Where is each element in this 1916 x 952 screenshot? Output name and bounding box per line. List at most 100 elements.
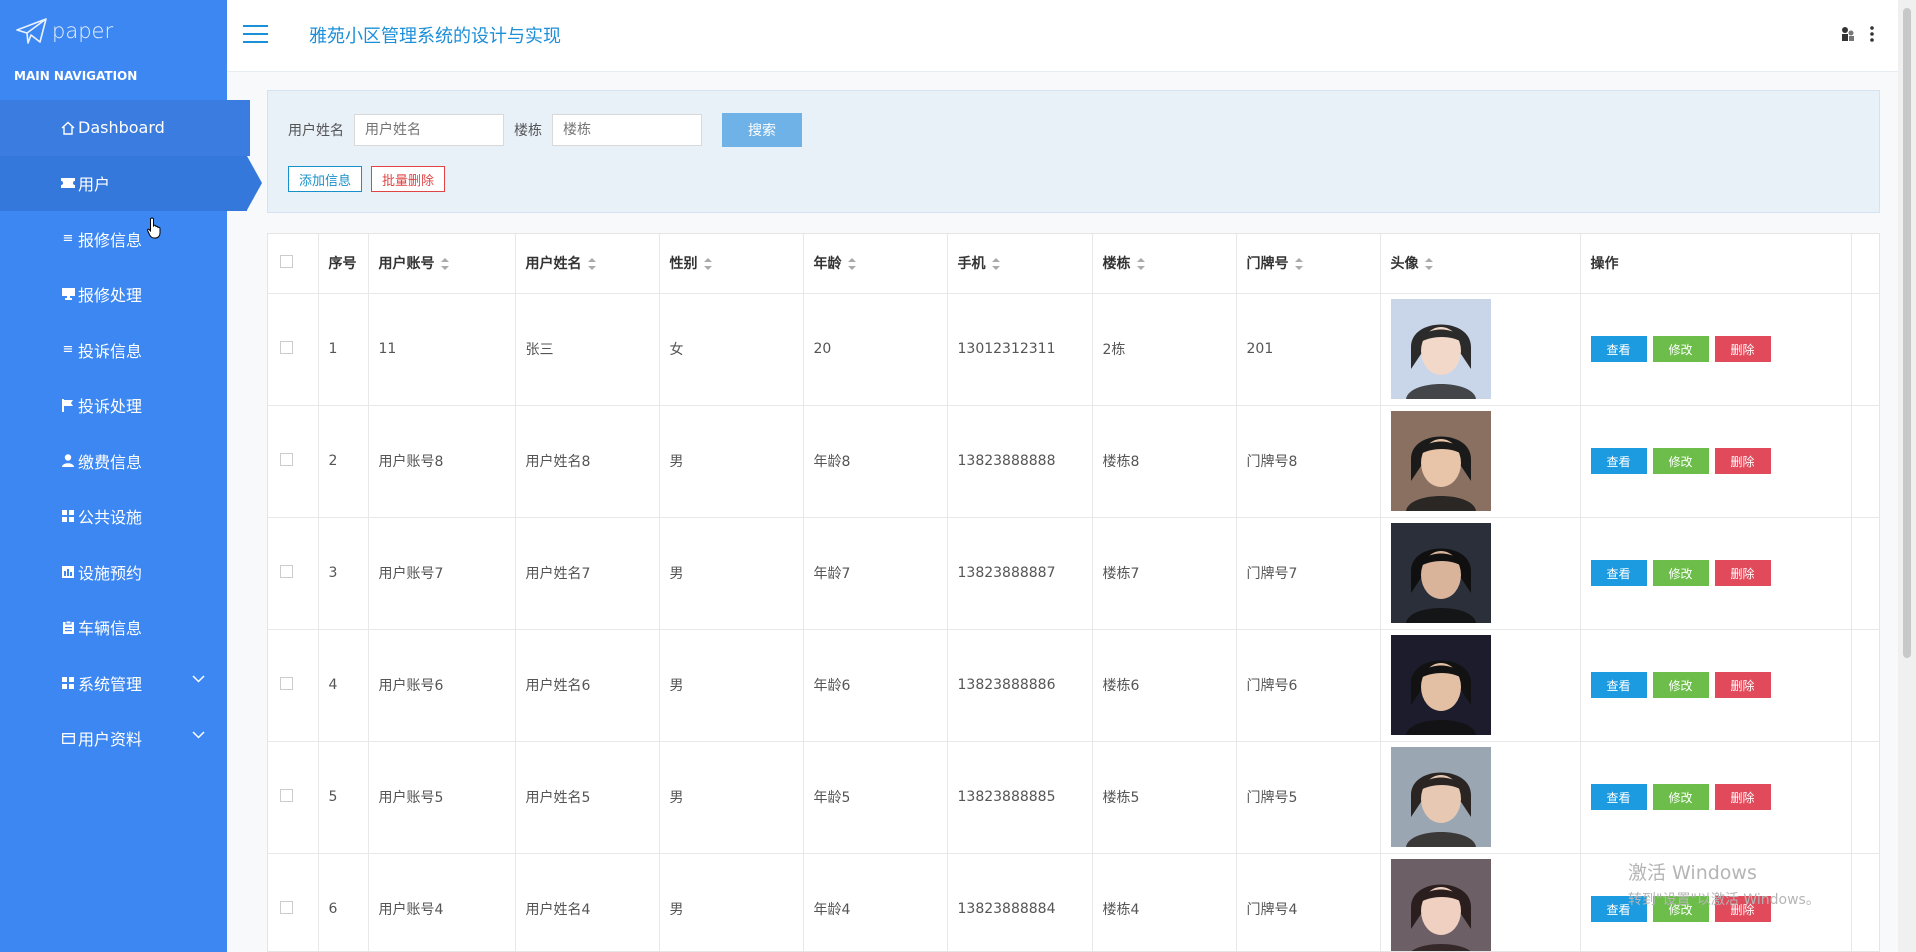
sidebar-item-complaint-info[interactable]: ≡ 投诉信息: [0, 322, 227, 378]
watermark-subtitle: 转到"设置"以激活 Windows。: [1628, 892, 1820, 908]
sort-icon[interactable]: [1294, 258, 1303, 271]
sort-icon[interactable]: [703, 258, 712, 271]
row-index: 5: [318, 741, 369, 854]
column-header-name[interactable]: 用户姓名: [515, 234, 660, 294]
row-building: 楼栋8: [1092, 405, 1237, 518]
row-door-number: 门牌号7: [1236, 517, 1381, 630]
action-row: 添加信息 批量删除: [288, 166, 446, 192]
scrollbar-thumb[interactable]: [1903, 8, 1911, 658]
column-header-account[interactable]: 用户账号: [368, 234, 516, 294]
windows-activation-watermark: 激活 Windows 转到"设置"以激活 Windows。: [1628, 858, 1820, 909]
sort-icon[interactable]: [847, 258, 856, 271]
sort-icon[interactable]: [440, 258, 449, 271]
edit-button[interactable]: 修改: [1652, 672, 1709, 698]
column-header-avatar[interactable]: 头像: [1380, 234, 1581, 294]
row-checkbox[interactable]: [280, 788, 293, 802]
avatar[interactable]: [1390, 411, 1491, 511]
row-checkbox[interactable]: [280, 340, 293, 354]
sort-icon[interactable]: [1424, 258, 1433, 271]
sidebar-item-label: 投诉信息: [78, 341, 143, 361]
row-phone: 13823888887: [947, 517, 1093, 630]
clipboard-icon: [60, 619, 76, 635]
row-gender: 男: [659, 853, 804, 951]
row-door-number: 201: [1236, 293, 1381, 406]
page-scrollbar[interactable]: [1898, 0, 1916, 952]
logo[interactable]: paper: [0, 0, 227, 62]
sidebar-item-vehicle-info[interactable]: 车辆信息: [0, 600, 227, 656]
edit-button[interactable]: 修改: [1652, 336, 1709, 362]
watermark-title: 激活 Windows: [1628, 862, 1757, 884]
sidebar-item-repair-handling[interactable]: 报修处理: [0, 267, 227, 323]
delete-button[interactable]: 删除: [1714, 672, 1771, 698]
row-checkbox[interactable]: [280, 452, 293, 466]
sidebar-item-system-management[interactable]: 系统管理: [0, 655, 227, 711]
chevron-down-icon: [192, 675, 205, 683]
row-select-cell: [268, 629, 319, 742]
name-search-input[interactable]: [354, 114, 504, 146]
row-avatar-cell: [1380, 629, 1581, 742]
row-checkbox[interactable]: [280, 676, 293, 690]
search-button[interactable]: 搜索: [722, 113, 802, 147]
sidebar-item-facility-booking[interactable]: 设施预约: [0, 544, 227, 600]
delete-button[interactable]: 删除: [1714, 560, 1771, 586]
row-account: 用户账号5: [368, 741, 516, 854]
view-button[interactable]: 查看: [1590, 448, 1647, 474]
avatar[interactable]: [1390, 635, 1491, 735]
edit-button[interactable]: 修改: [1652, 784, 1709, 810]
delete-button[interactable]: 删除: [1714, 336, 1771, 362]
view-button[interactable]: 查看: [1590, 672, 1647, 698]
sidebar-item-label: 用户资料: [78, 730, 143, 750]
row-name: 用户姓名7: [515, 517, 660, 630]
sidebar-item-user-profile[interactable]: 用户资料: [0, 711, 227, 767]
batch-delete-button[interactable]: 批量删除: [371, 166, 446, 192]
user-switch-icon[interactable]: [1840, 26, 1856, 42]
row-index: 4: [318, 629, 369, 742]
sort-icon[interactable]: [587, 258, 596, 271]
row-age: 年龄4: [803, 853, 948, 951]
delete-button[interactable]: 删除: [1714, 448, 1771, 474]
row-index: 1: [318, 293, 369, 406]
view-button[interactable]: 查看: [1590, 784, 1647, 810]
building-search-input[interactable]: [552, 114, 702, 146]
sort-icon[interactable]: [991, 258, 1000, 271]
menu-toggle-icon[interactable]: [243, 25, 268, 45]
view-button[interactable]: 查看: [1590, 560, 1647, 586]
select-all-checkbox[interactable]: [280, 254, 293, 268]
sidebar-item-public-facilities[interactable]: 公共设施: [0, 489, 227, 545]
row-phone: 13823888885: [947, 741, 1093, 854]
sidebar-item-label: 公共设施: [78, 508, 143, 528]
sidebar-item-payment-info[interactable]: 缴费信息: [0, 433, 227, 489]
sidebar-item-users[interactable]: 用户: [0, 155, 262, 211]
edit-button[interactable]: 修改: [1652, 448, 1709, 474]
avatar[interactable]: [1390, 299, 1491, 399]
row-name: 用户姓名8: [515, 405, 660, 518]
sidebar-item-complaint-handling[interactable]: 投诉处理: [0, 378, 227, 434]
avatar[interactable]: [1390, 859, 1491, 952]
column-header-age[interactable]: 年龄: [803, 234, 948, 294]
table-body: 1 11 张三女 20 13012312311 2栋 201 查看 修改 删除 2 用户账号8…: [268, 293, 1879, 952]
row-avatar-cell: [1380, 741, 1581, 854]
delete-button[interactable]: 删除: [1714, 784, 1771, 810]
column-header-gender[interactable]: 性别: [659, 234, 804, 294]
sidebar-item-repair-info[interactable]: ≡ 报修信息: [0, 211, 227, 267]
row-select-cell: [268, 517, 319, 630]
row-checkbox[interactable]: [280, 900, 293, 914]
row-phone: 13823888884: [947, 853, 1093, 951]
avatar[interactable]: [1390, 747, 1491, 847]
more-options-icon[interactable]: [1870, 26, 1874, 42]
avatar[interactable]: [1390, 523, 1491, 623]
column-header-actions: 操作: [1580, 234, 1852, 294]
column-header-building[interactable]: 楼栋: [1092, 234, 1237, 294]
row-name: 张三: [515, 293, 660, 406]
table-row: 2 用户账号8 用户姓名8 男年龄8 13823888888 楼栋8 门牌号8 查看 修改 …: [268, 405, 1879, 518]
home-icon: [60, 120, 76, 136]
row-building: 楼栋5: [1092, 741, 1237, 854]
sort-icon[interactable]: [1136, 258, 1145, 271]
edit-button[interactable]: 修改: [1652, 560, 1709, 586]
add-info-button[interactable]: 添加信息: [288, 166, 363, 192]
column-header-door-number[interactable]: 门牌号: [1236, 234, 1381, 294]
column-header-phone[interactable]: 手机: [947, 234, 1093, 294]
view-button[interactable]: 查看: [1590, 336, 1647, 362]
sidebar-item-dashboard[interactable]: Dashboard: [0, 100, 250, 156]
row-checkbox[interactable]: [280, 564, 293, 578]
